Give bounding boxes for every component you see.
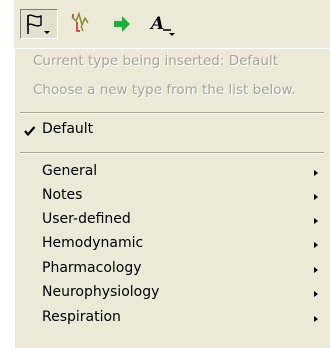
submenu-arrow-icon: [314, 170, 318, 176]
flag-annotation-icon: [27, 14, 50, 34]
menu-item-pharmacology[interactable]: Pharmacology: [15, 258, 328, 282]
svg-text:A: A: [149, 14, 164, 34]
flag-annotation-button[interactable]: [20, 9, 58, 39]
menu-item-label: Respiration: [42, 309, 121, 325]
submenu-arrow-icon: [314, 194, 318, 200]
dropdown-arrow-icon: [169, 33, 175, 36]
green-arrow-button[interactable]: [107, 9, 141, 39]
submenu-arrow-icon: [314, 267, 318, 273]
dropdown-arrow-icon: [44, 31, 50, 34]
submenu-arrow-icon: [314, 316, 318, 322]
menu-item-label: User-defined: [42, 211, 131, 227]
menu-separator: [20, 152, 324, 154]
checkmark-icon: [24, 126, 36, 137]
choose-type-info: Choose a new type from the list below. Ch…: [33, 82, 297, 99]
text-style-button[interactable]: A: [145, 9, 179, 39]
menu-item-label: Pharmacology: [42, 260, 142, 276]
menu-item-default[interactable]: Default: [15, 119, 328, 143]
menu-item-label: General: [42, 163, 98, 179]
menu-item-hemodynamic[interactable]: Hemodynamic: [15, 233, 328, 257]
annotation-type-window: A Current type being inserted: Default Cu…: [0, 0, 330, 348]
menu-item-notes[interactable]: Notes: [15, 185, 328, 209]
current-type-info: Current type being inserted: Default Curr…: [33, 53, 280, 70]
text-style-icon: A: [149, 14, 175, 36]
menu-item-label: Neurophysiology: [42, 284, 160, 300]
submenu-arrow-icon: [314, 242, 318, 248]
menu-item-neurophysiology[interactable]: Neurophysiology: [15, 282, 328, 306]
waveform-marker-button[interactable]: [68, 9, 102, 39]
annotation-toolbar: A: [14, 0, 330, 48]
green-arrow-icon: [114, 16, 130, 32]
submenu-arrow-icon: [314, 291, 318, 297]
menu-item-label: Hemodynamic: [42, 235, 144, 251]
submenu-arrow-icon: [314, 218, 318, 224]
menu-item-label: Notes: [42, 187, 83, 203]
menu-separator: [20, 112, 324, 114]
waveform-marker-icon: [71, 11, 89, 32]
menu-item-user-defined[interactable]: User-defined: [15, 209, 328, 233]
menu-item-general[interactable]: General: [15, 161, 328, 185]
menu-item-respiration[interactable]: Respiration: [15, 307, 328, 331]
menu-item-label: Default: [42, 121, 94, 137]
